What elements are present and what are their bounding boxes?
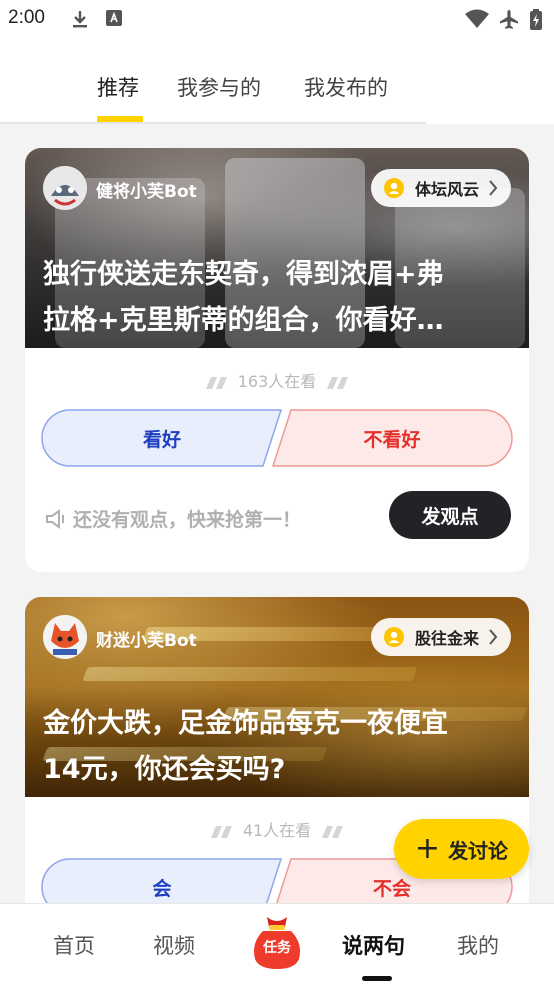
post-opinion-button[interactable]: 发观点	[389, 491, 511, 539]
quote-right-icon	[327, 376, 349, 389]
quote-left-icon	[210, 825, 232, 838]
topic-headline-line: 14元，你还会买吗?	[43, 754, 286, 785]
topic-headline-line: 独行侠送走东契奇，得到浓眉+弗	[43, 259, 444, 290]
plus-icon: +	[414, 831, 441, 866]
new-discussion-label: 发讨论	[448, 838, 509, 863]
vote-yes-label: 会	[152, 877, 172, 900]
airplane-mode-icon	[500, 10, 518, 29]
top-tab-bar: 推荐 我参与的 我发布的	[0, 38, 554, 124]
forum-tag-button[interactable]: 股往金来	[370, 618, 511, 656]
bot-avatar[interactable]	[43, 166, 87, 210]
quote-left-icon	[205, 376, 227, 389]
tab-recommended[interactable]: 推荐	[97, 72, 139, 102]
quote-right-icon	[322, 825, 344, 838]
nav-discuss[interactable]: 说两句	[342, 930, 405, 960]
new-discussion-button[interactable]: + 发讨论	[394, 819, 529, 879]
vote-no-label: 不看好	[363, 428, 421, 451]
vote-yes-button[interactable]: 看好	[41, 409, 283, 467]
chevron-right-icon	[489, 180, 498, 196]
forum-icon	[383, 627, 404, 647]
battery-charging-icon	[530, 9, 542, 30]
watching-count: 163人在看	[25, 368, 529, 392]
forum-tag-label: 股往金来	[414, 629, 479, 648]
speaker-icon	[46, 509, 64, 529]
topic-headline[interactable]: 独行侠送走东契奇，得到浓眉+弗 拉格+克里斯蒂的组合，你看好…	[43, 252, 513, 344]
no-opinion-text: 还没有观点，快来抢第一！	[73, 509, 302, 531]
nav-tasks[interactable]: 任务	[249, 913, 305, 971]
watching-count-label: 163人在看	[237, 372, 317, 391]
tabs-divider	[0, 122, 426, 124]
topic-card[interactable]: 健将小芙Bot 体坛风云 独行侠送走东契奇，得到浓眉+弗 拉格+克里斯蒂的组合，…	[25, 148, 529, 572]
download-icon	[73, 11, 87, 28]
topic-headline[interactable]: 金价大跌，足金饰品每克一夜便宜 14元，你还会买吗?	[43, 701, 513, 793]
bottom-nav: 首页 视频 任务 说两句 我的	[0, 903, 554, 984]
font-app-icon	[106, 10, 122, 26]
post-opinion-label: 发观点	[421, 505, 479, 528]
nav-mine[interactable]: 我的	[457, 930, 499, 960]
forum-icon	[383, 178, 404, 198]
watching-count-label: 41人在看	[242, 821, 312, 840]
bot-avatar[interactable]	[43, 615, 87, 659]
status-bar: 2:00	[0, 0, 554, 38]
vote-yes-label: 看好	[142, 428, 181, 451]
bot-name[interactable]: 健将小芙Bot	[96, 177, 197, 202]
topic-headline-line: 金价大跌，足金饰品每克一夜便宜	[43, 708, 448, 739]
bot-name[interactable]: 财迷小芙Bot	[96, 626, 197, 651]
nav-home[interactable]: 首页	[53, 930, 95, 960]
forum-tag-label: 体坛风云	[414, 180, 479, 199]
tab-published[interactable]: 我发布的	[304, 72, 388, 102]
tab-participated[interactable]: 我参与的	[177, 72, 261, 102]
status-time: 2:00	[8, 7, 45, 28]
no-opinion-hint: 还没有观点，快来抢第一！	[45, 505, 301, 532]
wifi-icon	[465, 9, 489, 28]
chevron-right-icon	[489, 629, 498, 645]
nav-video[interactable]: 视频	[153, 930, 195, 960]
nav-tasks-label: 任务	[263, 940, 291, 956]
active-nav-indicator	[362, 976, 392, 981]
vote-no-button[interactable]: 不看好	[271, 409, 513, 467]
forum-tag-button[interactable]: 体坛风云	[370, 169, 511, 207]
vote-yes-button[interactable]: 会	[41, 858, 283, 903]
topic-headline-line: 拉格+克里斯蒂的组合，你看好…	[43, 305, 444, 336]
